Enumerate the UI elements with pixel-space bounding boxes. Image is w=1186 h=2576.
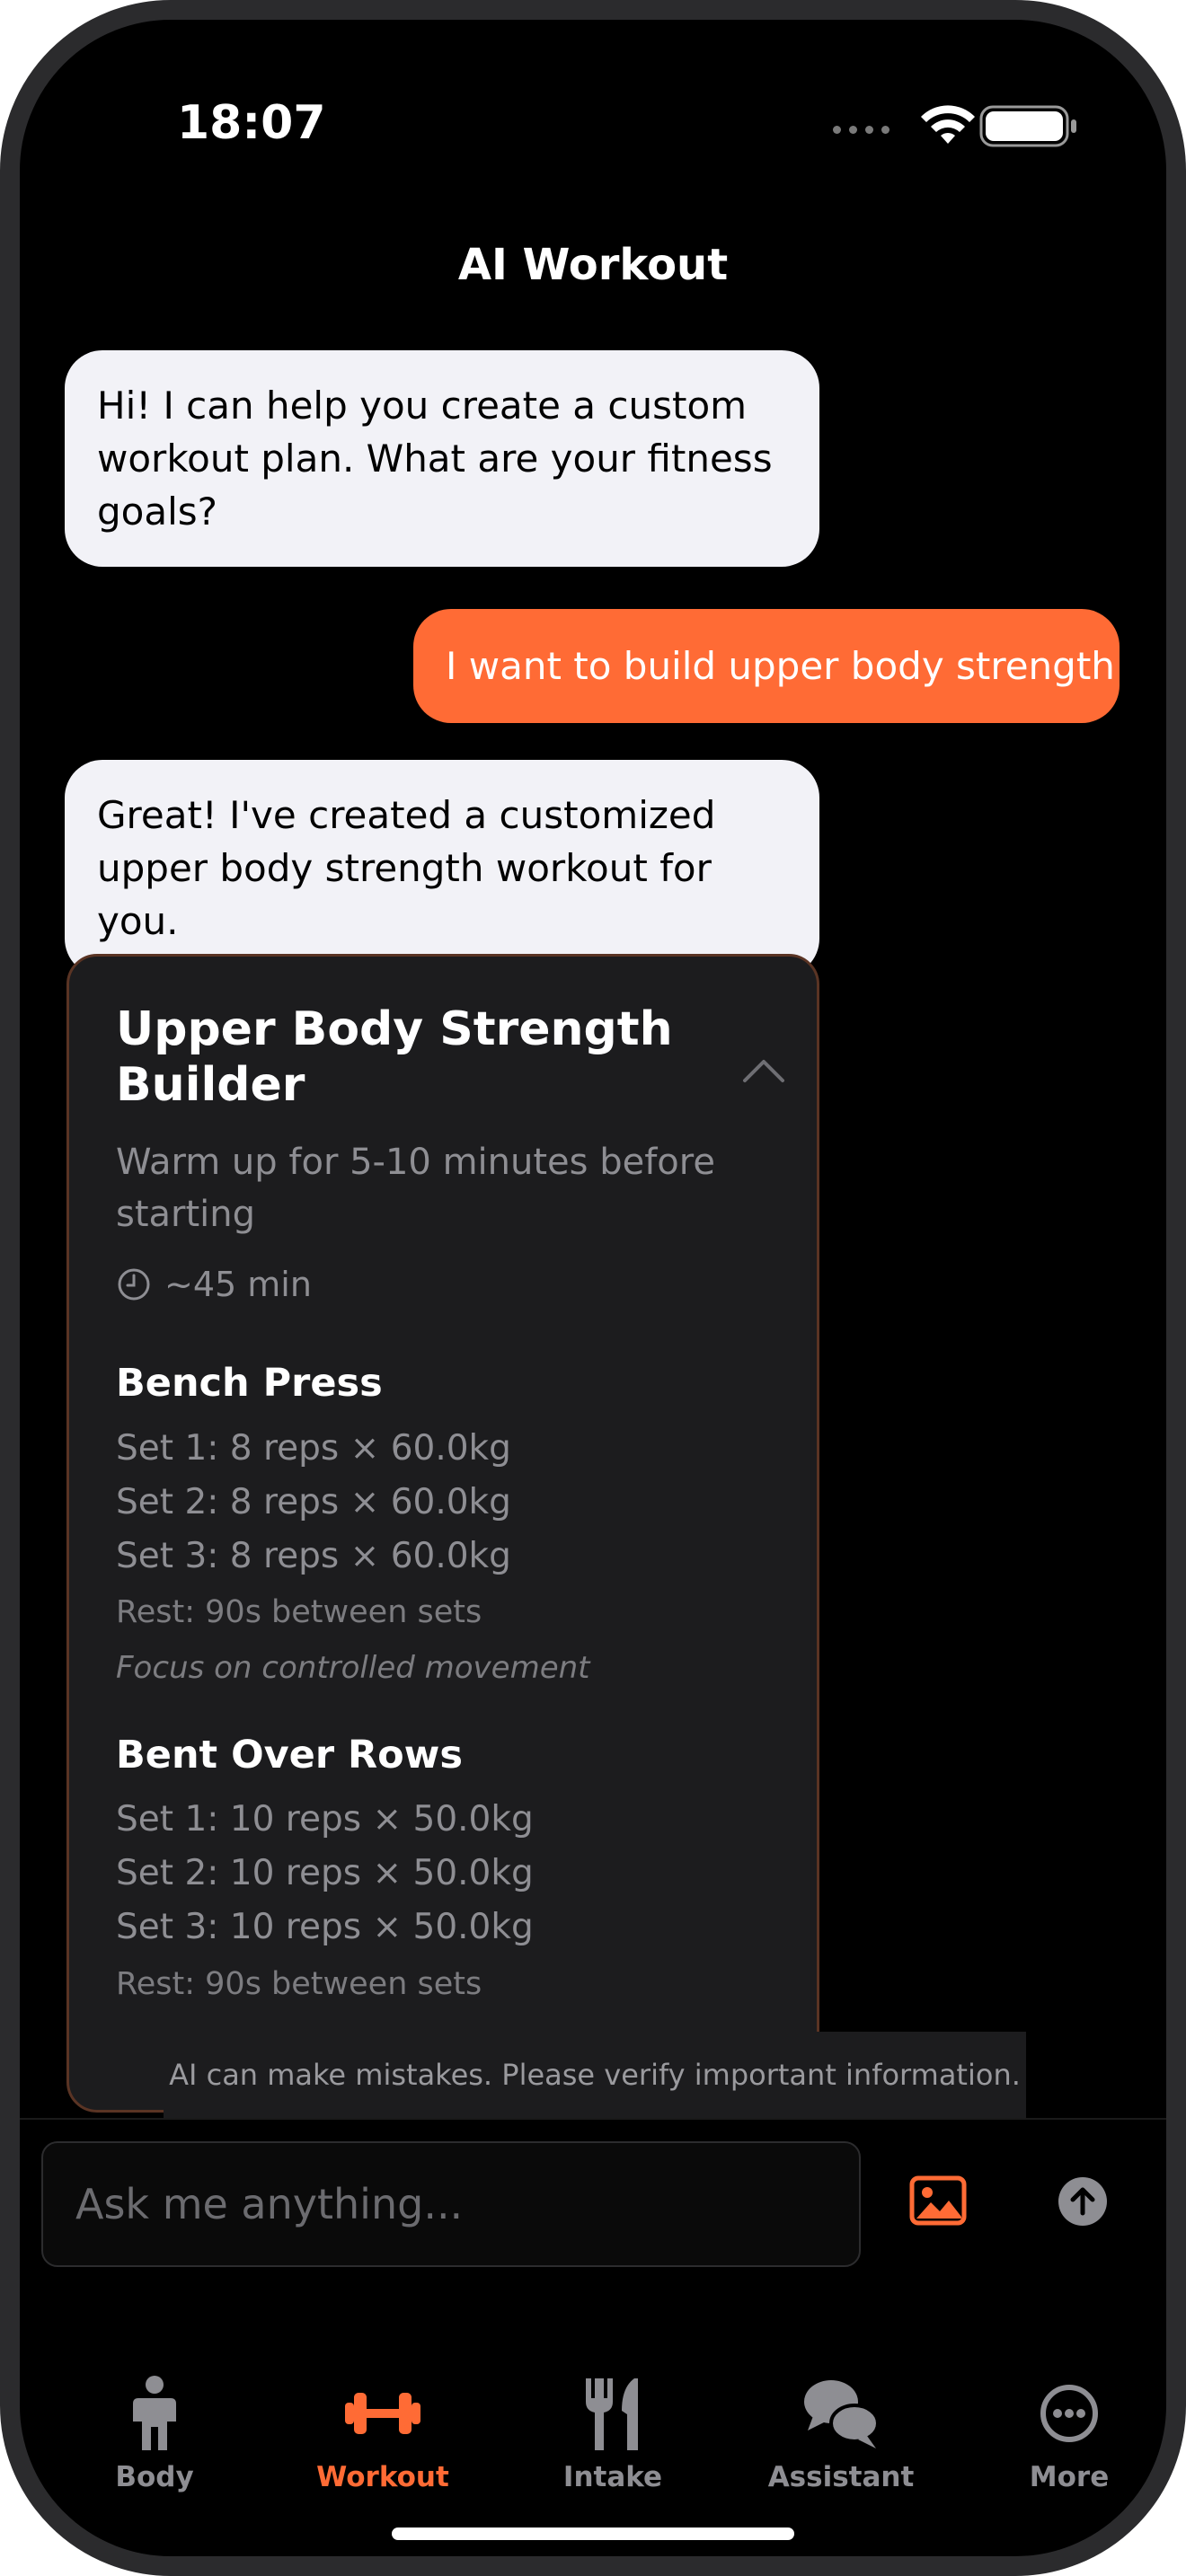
tab-label: Body	[115, 2461, 194, 2493]
signal-icon	[833, 126, 890, 135]
chat-bubbles-icon	[804, 2380, 880, 2448]
workout-title: Upper Body Strength Builder	[116, 1002, 673, 1112]
divider	[20, 2118, 1166, 2120]
tab-bar: Body Workout Intake Assistant More	[20, 2364, 1166, 2508]
chat-input[interactable]	[43, 2143, 859, 2265]
page-title: AI Workout	[457, 240, 729, 290]
fork-knife-icon	[586, 2378, 638, 2450]
image-icon[interactable]	[909, 2175, 967, 2226]
set-line: Set 3: 8 reps × 60.0kg	[116, 1536, 511, 1576]
assistant-message: Great! I've created a customized upper b…	[65, 760, 819, 976]
screen: 18:07 AI Workout Hi! I can help you crea…	[20, 20, 1166, 2556]
workout-card[interactable]: Upper Body Strength Builder Warm up for …	[66, 954, 819, 2113]
disclaimer: AI can make mistakes. Please verify impo…	[164, 2032, 1026, 2118]
status-time: 18:07	[177, 96, 326, 150]
chat-input-container	[41, 2141, 861, 2267]
tab-workout[interactable]: Workout	[293, 2364, 473, 2508]
chevron-up-icon[interactable]	[741, 1057, 786, 1084]
assistant-message: Hi! I can help you create a custom worko…	[65, 350, 819, 567]
send-icon[interactable]	[1057, 2175, 1109, 2228]
home-indicator[interactable]	[392, 2527, 794, 2540]
workout-duration: ~45 min	[116, 1262, 312, 1307]
phone-frame: 18:07 AI Workout Hi! I can help you crea…	[0, 0, 1186, 2576]
exercise-name: Bent Over Rows	[116, 1733, 463, 1778]
tab-body[interactable]: Body	[65, 2364, 244, 2508]
set-line: Set 3: 10 reps × 50.0kg	[116, 1907, 534, 1947]
wifi-icon	[921, 105, 975, 144]
clock-icon	[118, 1268, 150, 1301]
tab-more[interactable]: More	[979, 2364, 1159, 2508]
tab-intake[interactable]: Intake	[523, 2364, 703, 2508]
exercise-note: Focus on controlled movement	[116, 1650, 590, 1686]
user-message: I want to build upper body strength	[413, 609, 1120, 723]
rest-line: Rest: 90s between sets	[116, 1594, 482, 1630]
tab-label: Intake	[562, 2461, 663, 2493]
dumbbell-icon	[345, 2393, 420, 2434]
set-line: Set 1: 10 reps × 50.0kg	[116, 1799, 534, 1839]
workout-subtitle: Warm up for 5-10 minutes before starting	[116, 1142, 715, 1235]
tab-assistant[interactable]: Assistant	[751, 2364, 931, 2508]
set-line: Set 2: 8 reps × 60.0kg	[116, 1482, 511, 1522]
exercise-name: Bench Press	[116, 1361, 383, 1406]
set-line: Set 2: 10 reps × 50.0kg	[116, 1853, 534, 1893]
tab-label: More	[1029, 2461, 1110, 2493]
tab-label: Assistant	[767, 2461, 915, 2493]
duration-text: ~45 min	[164, 1265, 312, 1304]
ellipsis-circle-icon	[1040, 2385, 1098, 2442]
tab-label: Workout	[316, 2461, 449, 2493]
set-line: Set 1: 8 reps × 60.0kg	[116, 1428, 511, 1469]
battery-icon	[979, 105, 1076, 147]
rest-line: Rest: 90s between sets	[116, 1966, 482, 2002]
person-icon	[133, 2376, 176, 2450]
